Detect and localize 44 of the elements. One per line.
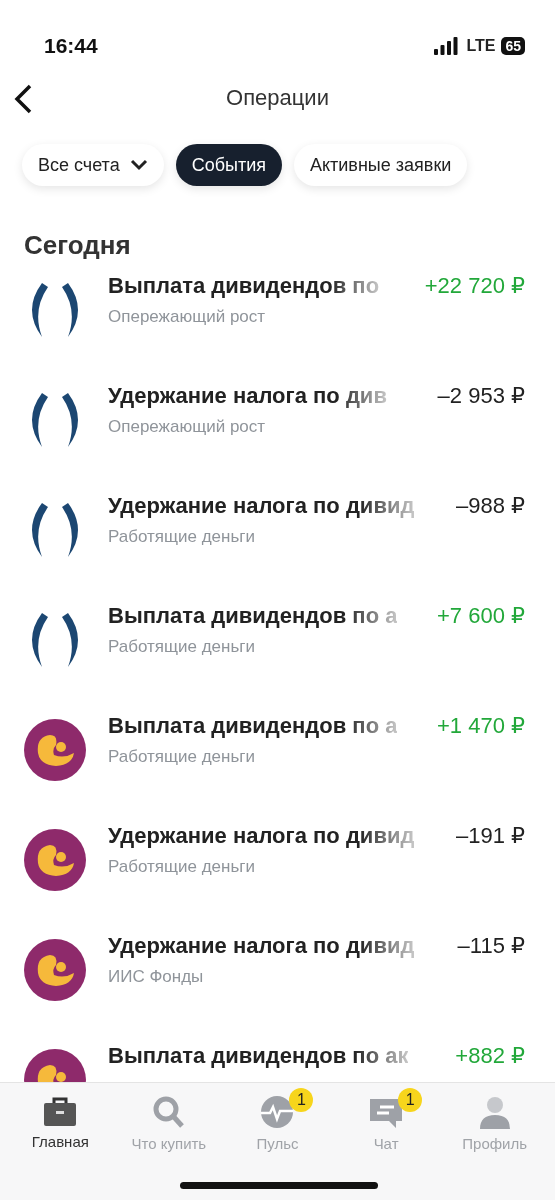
operation-amount: +1 470 ₽ bbox=[437, 713, 525, 739]
operation-title[interactable]: Удержание налога по дивид bbox=[108, 933, 415, 959]
profile-icon bbox=[477, 1095, 512, 1129]
pulse-icon bbox=[260, 1095, 295, 1129]
account-name: Опережающий рост bbox=[108, 417, 266, 437]
operation-amount: –115 ₽ bbox=[457, 933, 525, 959]
account-name: Работящие деньги bbox=[108, 747, 255, 767]
operation-amount: +22 720 ₽ bbox=[424, 273, 525, 299]
operation-title[interactable]: Выплата дивидендов по ак bbox=[108, 1043, 409, 1069]
account-name: Опережающий рост bbox=[108, 307, 266, 327]
operation-title[interactable]: Выплата дивидендов по а bbox=[108, 603, 398, 629]
filter-chip[interactable]: Активные заявки bbox=[294, 144, 468, 186]
signal-icon bbox=[434, 37, 461, 55]
operation-title[interactable]: Выплата дивидендов по bbox=[108, 273, 380, 299]
search-icon bbox=[151, 1095, 186, 1129]
screen-title: Операции bbox=[226, 85, 329, 111]
figure-logo-icon bbox=[24, 719, 86, 781]
tab-item[interactable]: Главная bbox=[6, 1083, 115, 1200]
account-name: Работящие деньги bbox=[108, 857, 255, 877]
operation-amount: +882 ₽ bbox=[455, 1043, 525, 1069]
operation-amount: –191 ₽ bbox=[455, 823, 525, 849]
operation-amount: –2 953 ₽ bbox=[437, 383, 525, 409]
briefcase-icon bbox=[43, 1095, 78, 1127]
network-label: LTE bbox=[466, 37, 496, 55]
account-dropdown[interactable]: Все счета bbox=[22, 144, 164, 186]
back-icon[interactable] bbox=[12, 84, 34, 114]
operation-title[interactable]: Удержание налога по дивид bbox=[108, 823, 415, 849]
notification-badge: 1 bbox=[289, 1088, 314, 1112]
chevron-down-icon bbox=[129, 159, 148, 171]
section-heading: Сегодня bbox=[24, 230, 132, 261]
figure-logo-icon bbox=[24, 939, 86, 1001]
account-name: Работящие деньги bbox=[108, 527, 255, 547]
operation-amount: –988 ₽ bbox=[455, 493, 525, 519]
filter-chip[interactable]: События bbox=[175, 144, 282, 186]
account-name: ИИС Фонды bbox=[108, 967, 204, 987]
battery-indicator: 65 bbox=[501, 37, 525, 55]
notification-badge: 1 bbox=[398, 1088, 423, 1112]
operation-title[interactable]: Выплата дивидендов по а bbox=[108, 713, 398, 739]
operation-title[interactable]: Удержание налога по див bbox=[108, 383, 387, 409]
account-name: Работящие деньги bbox=[108, 637, 255, 657]
figure-logo-icon bbox=[24, 829, 86, 891]
operation-title[interactable]: Удержание налога по дивид bbox=[108, 493, 415, 519]
operation-amount: +7 600 ₽ bbox=[437, 603, 525, 629]
status-time: 16:44 bbox=[44, 34, 98, 58]
